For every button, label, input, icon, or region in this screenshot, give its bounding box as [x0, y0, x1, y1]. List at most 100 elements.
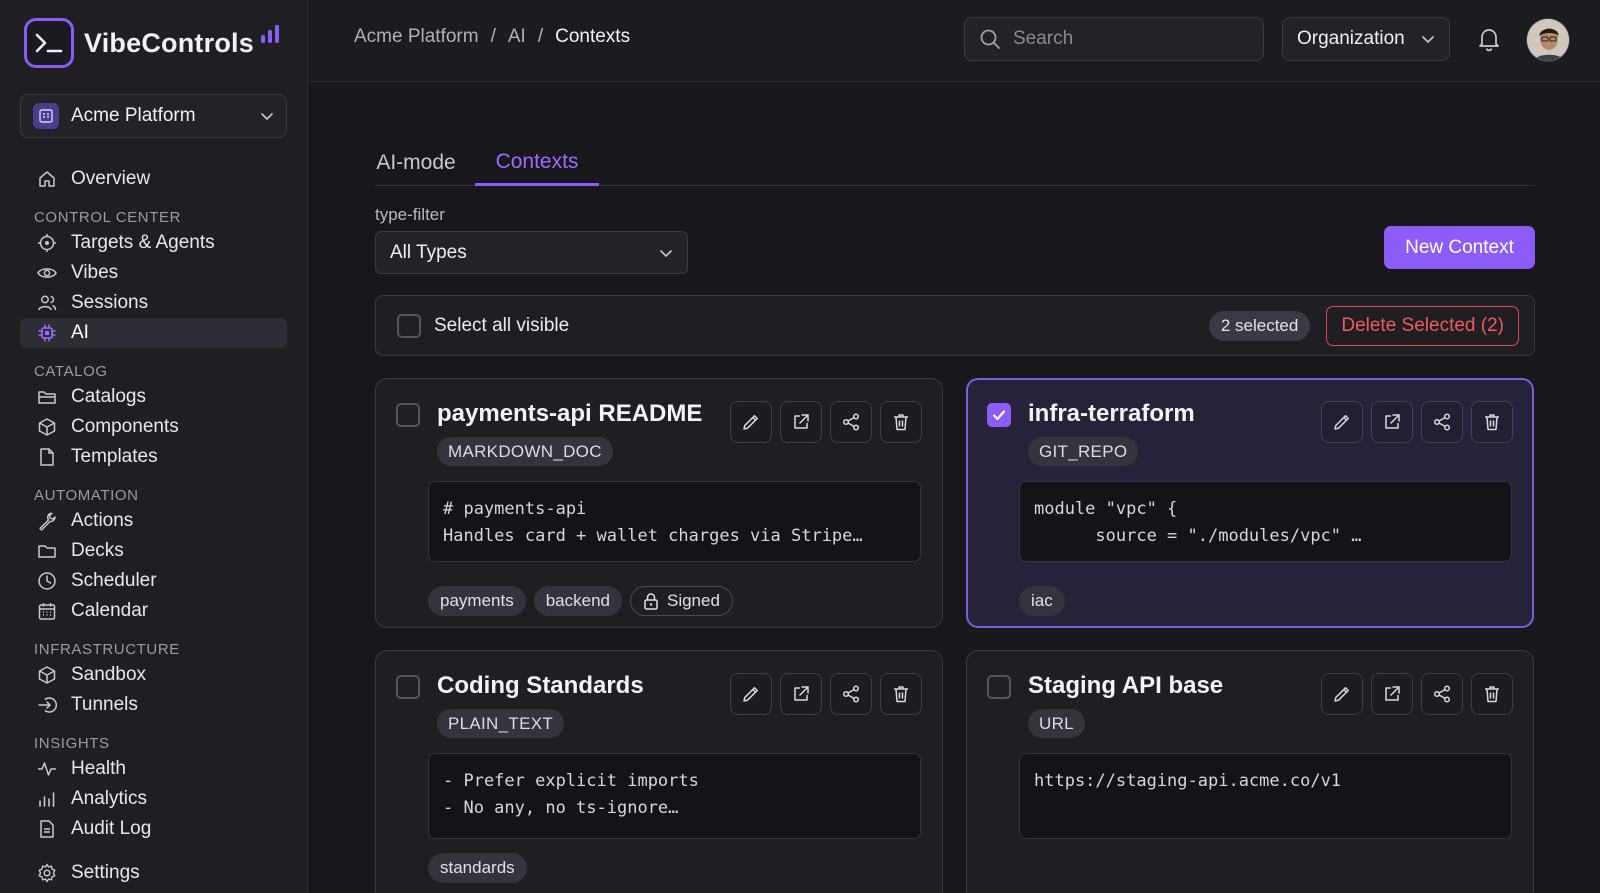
eye-icon	[36, 262, 58, 284]
stack-icon	[36, 386, 58, 408]
breadcrumb-item-current: Contexts	[555, 26, 631, 47]
tab-ai-mode[interactable]: AI-mode	[375, 140, 457, 186]
pencil-icon	[741, 412, 761, 432]
card-checkbox[interactable]	[987, 403, 1011, 427]
open-external-button[interactable]	[1371, 401, 1413, 443]
select-all-checkbox[interactable]	[397, 313, 421, 338]
pencil-icon	[741, 684, 761, 704]
breadcrumb-item-org[interactable]: Acme Platform	[354, 26, 479, 48]
delete-button[interactable]	[1471, 673, 1513, 715]
sidebar-item-sandbox[interactable]: Sandbox	[20, 660, 287, 690]
share-button[interactable]	[830, 401, 872, 443]
sidebar-item-vibes[interactable]: Vibes	[20, 258, 287, 288]
breadcrumb-item-ai[interactable]: AI	[508, 26, 526, 48]
sidebar-item-calendar[interactable]: Calendar	[20, 596, 287, 626]
card-content-preview: # payments-api Handles card + wallet cha…	[428, 481, 921, 562]
pulse-icon	[36, 758, 58, 780]
box-icon	[36, 416, 58, 438]
share-button[interactable]	[1421, 673, 1463, 715]
share-icon	[841, 684, 861, 704]
tag[interactable]: backend	[533, 586, 622, 616]
delete-button[interactable]	[880, 401, 922, 443]
sidebar-item-templates[interactable]: Templates	[20, 442, 287, 472]
card-content-preview: - Prefer explicit imports - No any, no t…	[428, 753, 921, 839]
sidebar-item-analytics[interactable]: Analytics	[20, 784, 287, 814]
card-type-badge: PLAIN_TEXT	[437, 709, 565, 738]
delete-button[interactable]	[880, 673, 922, 715]
card-checkbox[interactable]	[396, 675, 420, 699]
card-type-badge: GIT_REPO	[1028, 437, 1139, 466]
delete-button[interactable]	[1471, 401, 1513, 443]
chevron-down-icon	[659, 246, 673, 260]
context-card: payments-api README MARKDOWN_DOC # payme…	[375, 378, 943, 628]
search-input[interactable]	[1013, 28, 1253, 50]
folder-icon	[36, 540, 58, 562]
card-title: Staging API base	[1028, 672, 1224, 699]
sidebar-item-actions[interactable]: Actions	[20, 506, 287, 536]
nav-section-control-center: CONTROL CENTER	[34, 209, 182, 226]
sidebar-item-decks[interactable]: Decks	[20, 536, 287, 566]
sidebar-item-tunnels[interactable]: Tunnels	[20, 690, 287, 720]
document-icon	[36, 818, 58, 840]
breadcrumb-separator: /	[537, 26, 544, 47]
chevron-down-icon	[1421, 32, 1435, 46]
user-avatar[interactable]	[1526, 18, 1570, 62]
new-context-button[interactable]: New Context	[1384, 226, 1535, 269]
project-name: Acme Platform	[71, 105, 196, 126]
signal-bars-icon	[260, 24, 282, 44]
search-box[interactable]	[964, 17, 1264, 61]
users-icon	[36, 292, 58, 314]
tag[interactable]: iac	[1019, 586, 1065, 616]
sidebar-item-catalogs[interactable]: Catalogs	[20, 382, 287, 412]
building-icon	[33, 103, 59, 129]
sidebar-item-ai[interactable]: AI	[20, 318, 287, 348]
open-external-button[interactable]	[1371, 673, 1413, 715]
tag[interactable]: standards	[428, 853, 527, 883]
card-tags: iac	[1019, 586, 1065, 616]
sidebar-item-scheduler[interactable]: Scheduler	[20, 566, 287, 596]
search-icon	[979, 28, 1001, 50]
file-icon	[36, 446, 58, 468]
project-selector[interactable]: Acme Platform	[20, 94, 287, 138]
sidebar-item-overview[interactable]: Overview	[20, 164, 287, 194]
edit-button[interactable]	[1321, 673, 1363, 715]
top-header: Acme Platform / AI / Contexts Organizati…	[308, 0, 1600, 82]
open-external-button[interactable]	[780, 673, 822, 715]
signed-label: Signed	[666, 591, 720, 610]
open-external-button[interactable]	[780, 401, 822, 443]
brand-name: VibeControls	[84, 27, 254, 58]
edit-button[interactable]	[730, 401, 772, 443]
trash-icon	[1482, 412, 1502, 432]
share-button[interactable]	[830, 673, 872, 715]
bar-chart-icon	[36, 788, 58, 810]
card-actions	[730, 673, 922, 715]
sidebar-item-sessions[interactable]: Sessions	[20, 288, 287, 318]
share-button[interactable]	[1421, 401, 1463, 443]
sidebar-item-health[interactable]: Health	[20, 754, 287, 784]
target-icon	[36, 232, 58, 254]
home-icon	[36, 168, 58, 190]
nav-section-insights: INSIGHTS	[34, 735, 110, 752]
edit-button[interactable]	[730, 673, 772, 715]
card-actions	[1321, 673, 1513, 715]
sidebar-item-settings[interactable]: Settings	[20, 858, 287, 888]
organization-dropdown[interactable]: Organization	[1282, 17, 1450, 61]
card-checkbox[interactable]	[987, 675, 1011, 699]
sidebar-item-audit-log[interactable]: Audit Log	[20, 814, 287, 844]
bulk-actions-bar: Select all visible 2 selected Delete Sel…	[375, 295, 1535, 356]
notifications-bell-icon[interactable]	[1476, 26, 1502, 52]
signed-badge: Signed	[629, 586, 733, 616]
checkmark-icon	[991, 407, 1007, 423]
card-actions	[1321, 401, 1513, 443]
delete-selected-button[interactable]: Delete Selected (2)	[1326, 305, 1519, 346]
edit-button[interactable]	[1321, 401, 1363, 443]
card-tags: payments backend Signed	[428, 586, 733, 616]
brand[interactable]: VibeControls	[24, 18, 282, 68]
sidebar-item-components[interactable]: Components	[20, 412, 287, 442]
tab-contexts[interactable]: Contexts	[475, 140, 599, 186]
sidebar-item-targets-agents[interactable]: Targets & Agents	[20, 228, 287, 258]
card-checkbox[interactable]	[396, 403, 420, 427]
clock-icon	[36, 570, 58, 592]
tag[interactable]: payments	[428, 586, 526, 616]
type-filter-select[interactable]: All Types	[375, 231, 688, 274]
